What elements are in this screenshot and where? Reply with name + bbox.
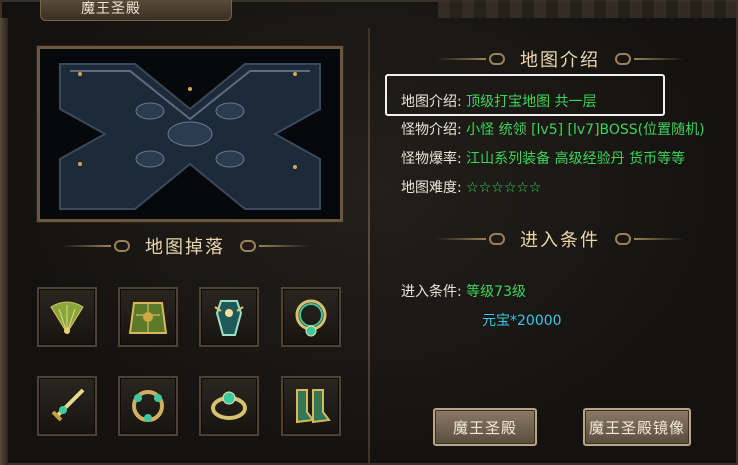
info-row-difficulty: 地图难度: ☆☆☆☆☆☆ <box>401 177 541 197</box>
panel-divider <box>368 28 370 465</box>
drop-slot-7[interactable] <box>199 376 259 436</box>
gold-sword-icon <box>51 388 85 422</box>
cyan-armor-icon <box>214 300 244 336</box>
jade-necklace-icon <box>295 299 327 337</box>
title-tab: 魔王圣殿 <box>40 0 232 21</box>
jade-bracelet-icon <box>132 390 164 422</box>
map-drops-heading: 地图掉落 <box>60 233 310 259</box>
map-drops-title: 地图掉落 <box>145 237 225 258</box>
drop-slot-1[interactable] <box>37 287 97 347</box>
ornament-left-icon <box>436 53 508 65</box>
ornament-left-icon <box>61 240 133 252</box>
entry-title: 进入条件 <box>520 230 600 251</box>
drop-slot-8[interactable] <box>281 376 341 436</box>
top-ornament <box>438 0 738 18</box>
drop-slot-4[interactable] <box>281 287 341 347</box>
info-row-droprate: 怪物爆率: 江山系列装备 高级经验丹 货币等等 <box>401 148 685 168</box>
entry-row-yuanbao: 元宝*20000 <box>482 310 562 330</box>
entry-label: 进入条件: <box>401 284 462 300</box>
info-label: 地图难度: <box>401 180 462 196</box>
info-row-monsters: 怪物介绍: 小怪 统领 [lv5] [lv7]BOSS(位置随机) <box>401 119 705 139</box>
gold-fan-icon <box>50 301 84 334</box>
drop-slot-6[interactable] <box>118 376 178 436</box>
info-row-intro: 地图介绍: 顶级打宝地图 共一层 <box>401 91 597 111</box>
enter-mirror-button[interactable]: 魔王圣殿镜像 <box>583 408 691 446</box>
entry-heading: 进入条件 <box>430 226 690 252</box>
ornament-right-icon <box>612 233 684 245</box>
info-value: 小怪 统领 [lv5] [lv7]BOSS(位置随机) <box>466 122 705 138</box>
jade-armor-icon <box>128 302 168 334</box>
difficulty-stars: ☆☆☆☆☆☆ <box>466 180 542 196</box>
ornament-right-icon <box>612 53 684 65</box>
info-label: 地图介绍: <box>401 94 462 110</box>
info-label: 怪物爆率: <box>401 151 462 167</box>
ornament-right-icon <box>237 240 309 252</box>
window-title: 魔王圣殿 <box>81 1 141 17</box>
drop-slot-2[interactable] <box>118 287 178 347</box>
map-info-title: 地图介绍 <box>520 50 600 71</box>
entry-yuanbao: 元宝*20000 <box>482 313 562 329</box>
entry-level: 等级73级 <box>466 284 526 300</box>
drop-slot-3[interactable] <box>199 287 259 347</box>
gold-ring-icon <box>211 391 247 420</box>
drop-slot-5[interactable] <box>37 376 97 436</box>
info-label: 怪物介绍: <box>401 122 462 138</box>
map-thumbnail-icon <box>40 49 340 219</box>
map-info-heading: 地图介绍 <box>430 46 690 72</box>
map-preview <box>37 46 343 222</box>
info-value: 顶级打宝地图 共一层 <box>466 94 597 110</box>
jade-boots-icon <box>296 389 331 424</box>
entry-row-level: 进入条件: 等级73级 <box>401 281 526 301</box>
enter-map-button[interactable]: 魔王圣殿 <box>433 408 537 446</box>
info-value: 江山系列装备 高级经验丹 货币等等 <box>466 151 686 167</box>
left-edge-border <box>0 18 8 465</box>
ornament-left-icon <box>436 233 508 245</box>
